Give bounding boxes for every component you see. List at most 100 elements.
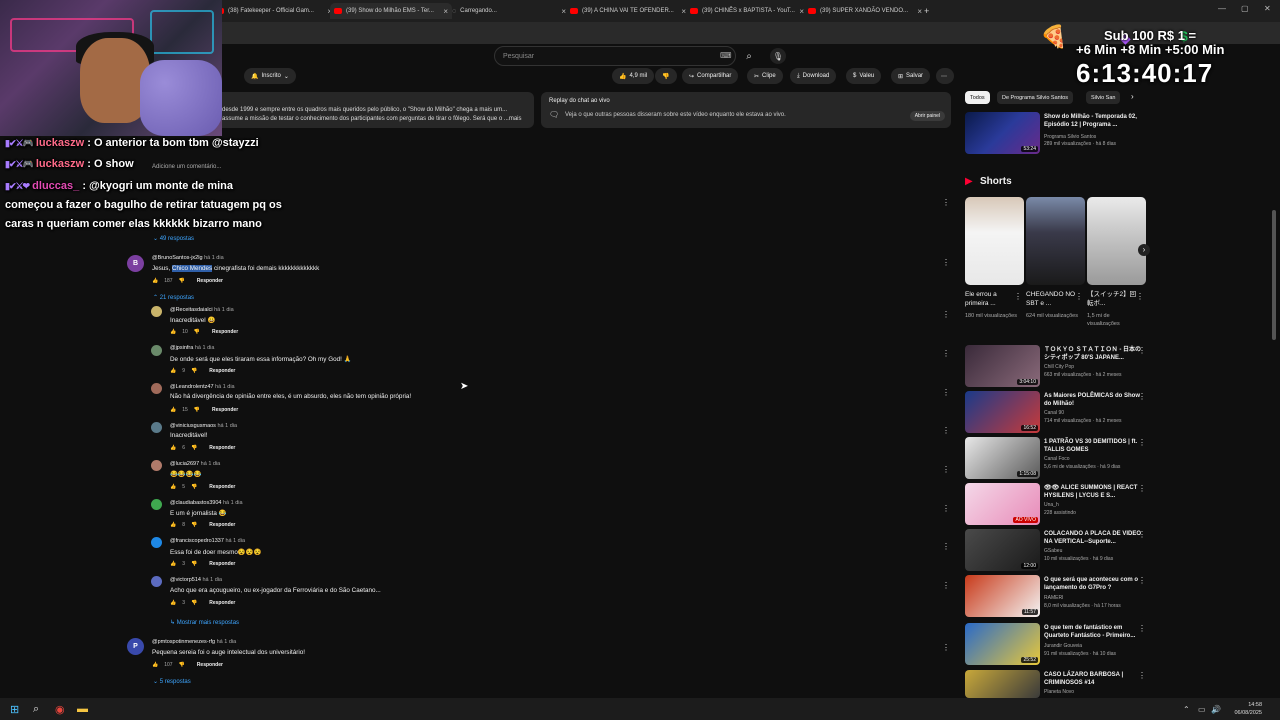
avatar[interactable]: P (127, 638, 144, 655)
comment-menu-icon[interactable]: ⋮ (942, 542, 950, 551)
video-title[interactable]: Show do Milhão - Temporada 02, Episódio … (1044, 113, 1144, 129)
comment-menu-icon[interactable]: ⋮ (942, 198, 950, 207)
add-comment-input[interactable]: Adicione um comentário... (152, 164, 221, 170)
like-icon[interactable]: 👍 (170, 522, 176, 528)
video-thumbnail[interactable] (965, 670, 1040, 698)
more-actions-button[interactable]: ⋯ (936, 68, 954, 84)
video-channel[interactable]: Jurandir Gouveia (1044, 643, 1082, 650)
reply-button[interactable]: Responder (212, 329, 238, 335)
reply-author[interactable]: @claudiabastos3904 há 1 dia (170, 500, 243, 506)
reply-author[interactable]: @lucia2697 há 1 dia (170, 461, 220, 467)
reply-button[interactable]: Responder (197, 278, 223, 284)
video-menu-icon[interactable]: ⋮ (1138, 392, 1146, 401)
dislike-icon[interactable]: 👎 (179, 278, 185, 284)
video-menu-icon[interactable]: ⋮ (1138, 438, 1146, 447)
comment-menu-icon[interactable]: ⋮ (942, 581, 950, 590)
video-title[interactable]: 1 PATRÃO VS 30 DEMITIDOS | ft. TALLIS GO… (1044, 438, 1144, 454)
video-thumbnail[interactable]: 53:24 (965, 112, 1040, 154)
video-menu-icon[interactable]: ⋮ (1138, 484, 1146, 493)
like-icon[interactable]: 👍 (170, 329, 176, 335)
close-icon[interactable]: × (917, 7, 922, 16)
reply-button[interactable]: Responder (209, 600, 235, 606)
minimize-icon[interactable]: — (1218, 4, 1226, 13)
maximize-icon[interactable]: ▢ (1241, 4, 1249, 13)
avatar[interactable] (151, 576, 162, 587)
reply-author[interactable]: @jpsinfra há 1 dia (170, 345, 214, 351)
video-menu-icon[interactable]: ⋮ (1138, 671, 1146, 680)
avatar[interactable] (151, 460, 162, 471)
video-title[interactable]: As Maiores POLÊMICAS do Show do Milhão! (1044, 392, 1144, 408)
like-icon[interactable]: 👍 (170, 484, 176, 490)
like-icon[interactable]: 👍 (152, 278, 158, 284)
close-window-icon[interactable]: ✕ (1264, 4, 1271, 13)
chip-all[interactable]: Todos (965, 91, 990, 104)
avatar[interactable] (151, 345, 162, 356)
search-icon[interactable]: ⌕ (33, 703, 39, 716)
video-description[interactable]: desde 1999 e sempre entre os quadros mai… (216, 92, 534, 128)
video-thumbnail[interactable]: AO VIVO (965, 483, 1040, 525)
browser-tab[interactable]: (38) Fatekeeper - Official Gam... × (212, 3, 336, 19)
short-title[interactable]: CHEGANDO NO SBT e ... (1026, 290, 1078, 308)
reply-button[interactable]: Responder (197, 662, 223, 668)
clip-button[interactable]: ✂ Clipe (747, 68, 783, 84)
video-menu-icon[interactable]: ⋮ (1138, 346, 1146, 355)
short-thumbnail[interactable] (1087, 197, 1146, 285)
video-title[interactable]: 👁👁 ALICE SUMMONS | REACT HYSILENS | LYCU… (1044, 484, 1144, 500)
browser-tab[interactable]: (39) CHINÊS x BAPTISTA - YouT... × (686, 3, 808, 19)
short-menu-icon[interactable]: ⋮ (1075, 292, 1083, 301)
replies-toggle[interactable]: ⌄ 49 respostas (153, 235, 194, 242)
avatar[interactable] (151, 499, 162, 510)
short-thumbnail[interactable] (1026, 197, 1085, 285)
video-thumbnail[interactable]: 11:57 (965, 575, 1040, 617)
browser-tab-active[interactable]: (39) Show do Milhão EMS - Ter... × (330, 3, 452, 19)
like-icon[interactable]: 👍 (170, 445, 176, 451)
dislike-icon[interactable]: 👎 (191, 484, 197, 490)
browser-tab[interactable]: (39) SUPER XANDÃO VENDO... × (804, 3, 926, 19)
avatar[interactable] (151, 537, 162, 548)
reply-author[interactable]: @franciscopedro1337 há 1 dia (170, 538, 245, 544)
video-title[interactable]: COLACANDO A PLACA DE VIDEO NA VERTICAL--… (1044, 530, 1144, 546)
video-channel[interactable]: Canal 90 (1044, 410, 1064, 417)
search-button[interactable]: ⌕ (738, 46, 760, 66)
short-menu-icon[interactable]: ⋮ (1136, 292, 1144, 301)
replies-toggle[interactable]: ⌃ 21 respostas (153, 294, 194, 301)
dislike-icon[interactable]: 👎 (191, 445, 197, 451)
like-icon[interactable]: 👍 (152, 662, 158, 668)
voice-search-button[interactable]: 🎙 (770, 48, 786, 64)
page-scrollbar[interactable] (1272, 210, 1276, 340)
video-channel[interactable]: Chill City Pop (1044, 364, 1074, 371)
video-channel[interactable]: Programa Silvio Santos (1044, 134, 1096, 141)
chip-silvio-santos[interactable]: Silvio San (1086, 91, 1121, 104)
reply-author[interactable]: @victorp514 há 1 dia (170, 577, 222, 583)
reply-button[interactable]: Responder (209, 484, 235, 490)
video-thumbnail[interactable]: 3:04:10 (965, 345, 1040, 387)
avatar[interactable] (151, 383, 162, 394)
keyboard-icon[interactable]: ⌨ (720, 51, 732, 60)
short-title[interactable]: 【スイッチ2】回転ボ... (1087, 290, 1139, 308)
video-title[interactable]: O que será que aconteceu com o lançament… (1044, 576, 1144, 592)
chevron-right-icon[interactable]: › (1131, 92, 1134, 101)
comment-menu-icon[interactable]: ⋮ (942, 388, 950, 397)
video-menu-icon[interactable]: ⋮ (1138, 576, 1146, 585)
reply-button[interactable]: Responder (209, 368, 235, 374)
comment-menu-icon[interactable]: ⋮ (942, 426, 950, 435)
comment-menu-icon[interactable]: ⋮ (942, 643, 950, 652)
more-replies-button[interactable]: ↳ Mostrar mais respostas (170, 619, 239, 626)
tray-icon[interactable]: ▭ (1198, 705, 1206, 714)
reply-author[interactable]: @Leandrolentz47 há 1 dia (170, 384, 235, 390)
windows-start-icon[interactable]: ⊞ (10, 703, 19, 716)
video-menu-icon[interactable]: ⋮ (1138, 530, 1146, 539)
file-explorer-icon[interactable]: ▬ (77, 703, 88, 715)
dislike-icon[interactable]: 👎 (191, 522, 197, 528)
video-menu-icon[interactable]: ⋮ (1138, 624, 1146, 633)
like-icon[interactable]: 👍 (170, 407, 176, 413)
like-icon[interactable]: 👍 (170, 600, 176, 606)
reply-button[interactable]: Responder (212, 407, 238, 413)
dislike-icon[interactable]: 👎 (191, 368, 197, 374)
video-channel[interactable]: Planeta Novo (1044, 689, 1074, 696)
comment-author[interactable]: @pmtospotinmenezes-rfg há 1 dia (152, 639, 236, 645)
video-title[interactable]: O que tem de fantástico em Quarteto Fant… (1044, 624, 1144, 640)
tray-chevron-icon[interactable]: ⌃ (1183, 705, 1190, 714)
comment-menu-icon[interactable]: ⋮ (942, 310, 950, 319)
dislike-icon[interactable]: 👎 (194, 329, 200, 335)
